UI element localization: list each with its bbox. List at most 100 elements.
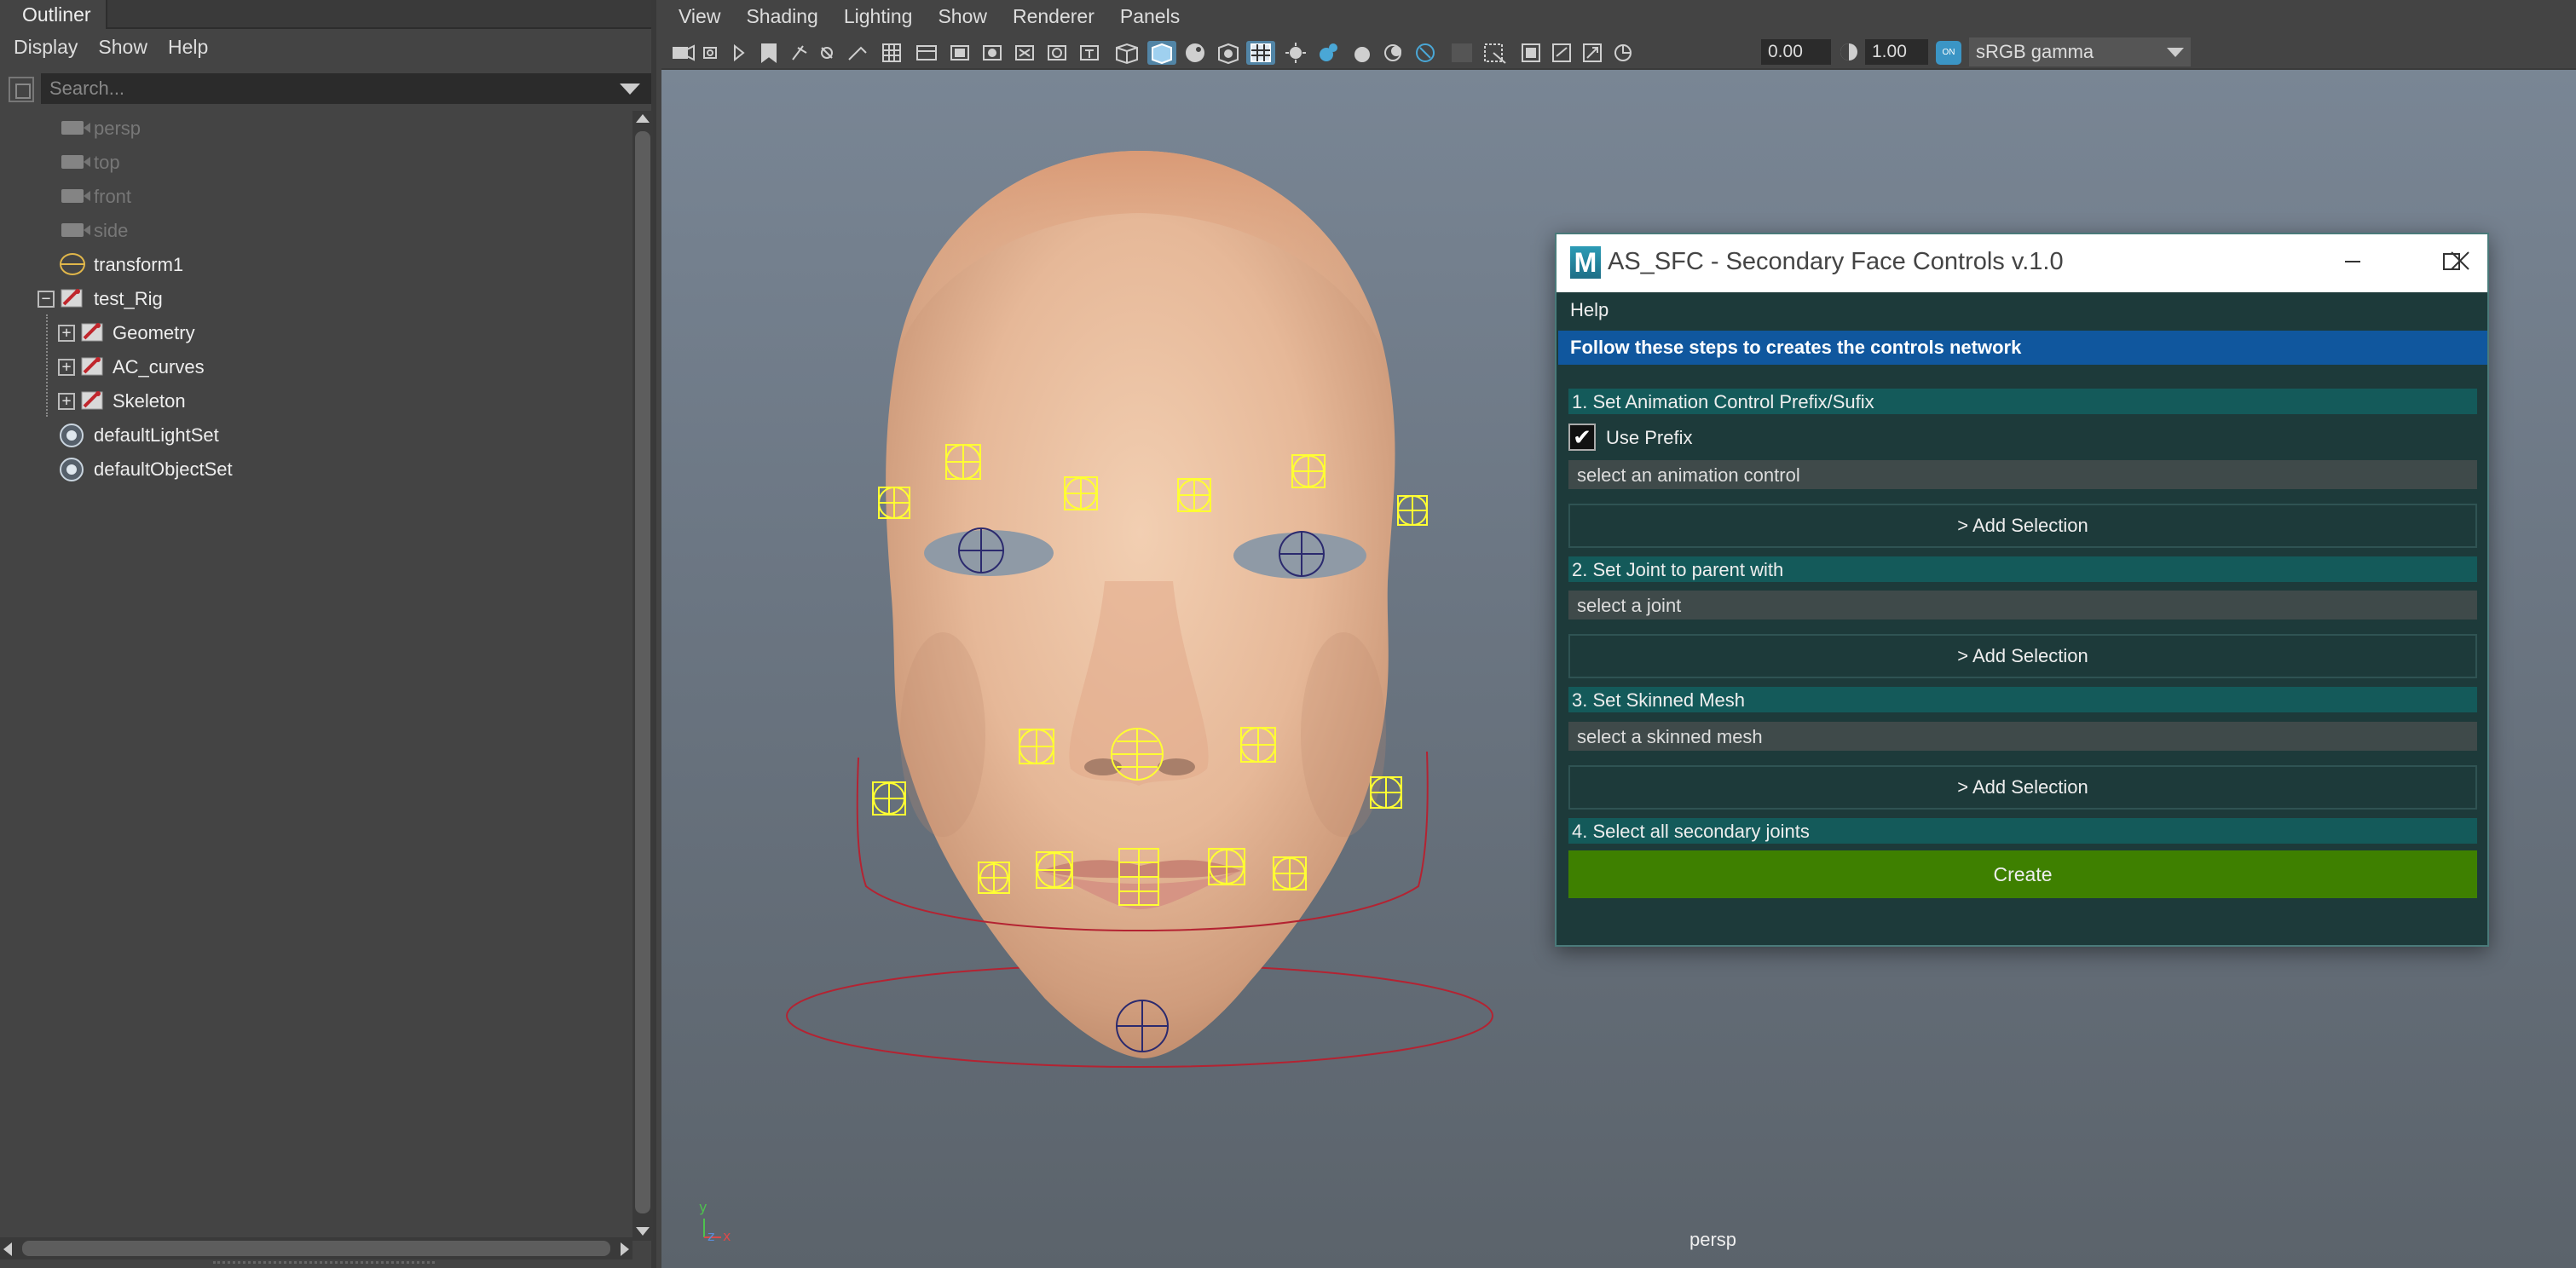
dialog-title: AS_SFC - Secondary Face Controls v.1.0 — [1608, 248, 2064, 275]
expand-icon[interactable]: + — [58, 359, 75, 376]
scrollbar-thumb[interactable] — [635, 131, 650, 1213]
add-selection-joint-button[interactable]: > Add Selection — [1568, 634, 2477, 678]
outliner-menu-show[interactable]: Show — [98, 31, 168, 65]
filter-icon[interactable] — [9, 77, 34, 102]
exposure-field[interactable]: 0.00 — [1761, 39, 1831, 65]
set-icon — [60, 424, 84, 447]
viewport-menu-panels[interactable]: Panels — [1120, 0, 1205, 34]
dialog-menubar: Help — [1557, 292, 2487, 330]
outliner-item-default-object-set[interactable]: defaultObjectSet — [0, 452, 631, 486]
step4-header[interactable]: 4. Select all secondary joints — [1568, 818, 2477, 844]
axis-x-label: x — [723, 1228, 731, 1242]
outliner-item-front[interactable]: front — [0, 179, 631, 213]
viewport-menubar: View Shading Lighting Show Renderer Pane… — [661, 0, 2576, 34]
face-mesh[interactable] — [886, 151, 1395, 1058]
joint-field[interactable]: select a joint — [1568, 591, 2477, 620]
scroll-down-icon[interactable] — [636, 1227, 650, 1236]
create-button[interactable]: Create — [1568, 850, 2477, 898]
outliner-item-label: transform1 — [94, 254, 184, 275]
camera-name-label: persp — [1689, 1229, 1737, 1250]
camera-icon — [61, 223, 90, 237]
outliner-item-label: side — [94, 220, 129, 241]
rig-group-icon — [81, 323, 103, 342]
outliner-item-label: Geometry — [113, 322, 195, 343]
dialog-titlebar[interactable]: M AS_SFC - Secondary Face Controls v.1.0 — [1557, 234, 2487, 292]
axis-z-label: z — [708, 1228, 714, 1242]
rig-group-icon — [81, 357, 103, 376]
viewport-toolbar: 0.00 1.00 ON sRGB gamma — [661, 34, 2576, 70]
viewport-menu-renderer[interactable]: Renderer — [1013, 0, 1120, 34]
outliner-item-persp[interactable]: persp — [0, 111, 631, 145]
outliner-item-ac-curves[interactable]: + AC_curves — [0, 349, 631, 383]
outliner-item-default-light-set[interactable]: defaultLightSet — [0, 418, 631, 452]
viewport-menu-show[interactable]: Show — [938, 0, 1013, 34]
color-management-toggle-icon[interactable]: ON — [1936, 41, 1961, 65]
camera-icon — [61, 155, 90, 169]
scroll-right-icon[interactable] — [621, 1242, 629, 1256]
outliner-item-transform1[interactable]: transform1 — [0, 247, 631, 281]
axis-y-label: y — [699, 1200, 707, 1215]
outliner-item-geometry[interactable]: + Geometry — [0, 315, 631, 349]
step2-header[interactable]: 2. Set Joint to parent with — [1568, 556, 2477, 582]
outliner-item-label: AC_curves — [113, 356, 205, 378]
step1-header[interactable]: 1. Set Animation Control Prefix/Sufix — [1568, 389, 2477, 414]
outliner-vertical-scrollbar[interactable] — [632, 111, 653, 1241]
maya-logo-icon: M — [1570, 246, 1601, 279]
outliner-horizontal-scrollbar[interactable] — [0, 1237, 632, 1259]
use-prefix-checkbox[interactable]: ✔ — [1568, 424, 1596, 451]
view-transform-value: sRGB gamma — [1976, 41, 2094, 62]
search-options-chevron-icon[interactable] — [620, 84, 640, 95]
skinned-mesh-field[interactable]: select a skinned mesh — [1568, 722, 2477, 751]
use-prefix-label: Use Prefix — [1606, 427, 1693, 448]
expand-icon[interactable]: + — [58, 325, 75, 342]
chevron-down-icon — [2167, 48, 2184, 57]
viewport-menu-view[interactable]: View — [679, 0, 746, 34]
step3-header[interactable]: 3. Set Skinned Mesh — [1568, 687, 2477, 712]
view-transform-select[interactable]: sRGB gamma — [1969, 37, 2191, 66]
outliner-menu-help[interactable]: Help — [168, 31, 228, 65]
outliner-item-label: top — [94, 152, 120, 173]
scroll-left-icon[interactable] — [3, 1242, 12, 1256]
outliner-item-skeleton[interactable]: + Skeleton — [0, 383, 631, 418]
outliner-menu-display[interactable]: Display — [14, 31, 98, 65]
outliner-item-label: front — [94, 186, 132, 207]
dialog-menu-help[interactable]: Help — [1570, 299, 1609, 321]
minimize-icon — [2345, 261, 2360, 262]
panel-resize-grip[interactable] — [213, 1261, 435, 1265]
scroll-up-icon[interactable] — [636, 114, 650, 123]
viewport-menu-lighting[interactable]: Lighting — [844, 0, 939, 34]
secondary-face-controls-dialog: M AS_SFC - Secondary Face Controls v.1.0… — [1555, 233, 2489, 947]
collapse-icon[interactable]: − — [38, 291, 55, 308]
outliner-search-input[interactable] — [41, 73, 651, 104]
outliner-search-row — [0, 72, 656, 106]
outliner-item-test-rig[interactable]: − test_Rig — [0, 281, 631, 315]
animation-control-field[interactable]: select an animation control — [1568, 460, 2477, 489]
outliner-tab[interactable]: Outliner — [0, 0, 107, 29]
set-icon — [60, 458, 84, 481]
close-button[interactable] — [2434, 245, 2486, 282]
gamma-icon[interactable] — [1838, 41, 1860, 63]
viewport-menu-shading[interactable]: Shading — [746, 0, 843, 34]
axis-gizmo-icon: y z x — [699, 1200, 731, 1242]
transform-curve-icon — [60, 253, 85, 275]
outliner-item-label: defaultObjectSet — [94, 458, 233, 480]
outliner-tree: persp top front side transform1 − test_R… — [0, 111, 631, 486]
outliner-item-label: defaultLightSet — [94, 424, 219, 446]
panel-toolbar-icons[interactable] — [670, 41, 1923, 65]
outliner-item-side[interactable]: side — [0, 213, 631, 247]
outliner-tabstrip — [107, 0, 651, 29]
add-selection-mesh-button[interactable]: > Add Selection — [1568, 765, 2477, 810]
outliner-item-label: test_Rig — [94, 288, 163, 309]
scrollbar-thumb[interactable] — [22, 1241, 610, 1256]
camera-icon — [61, 121, 90, 135]
instructions-banner: Follow these steps to creates the contro… — [1558, 331, 2487, 365]
expand-icon[interactable]: + — [58, 393, 75, 410]
gamma-field[interactable]: 1.00 — [1865, 39, 1928, 65]
outliner-item-label: Skeleton — [113, 390, 186, 412]
minimize-button[interactable] — [2327, 245, 2378, 282]
camera-icon — [61, 189, 90, 203]
add-selection-control-button[interactable]: > Add Selection — [1568, 504, 2477, 548]
rig-group-icon — [81, 391, 103, 410]
outliner-item-label: persp — [94, 118, 142, 139]
outliner-item-top[interactable]: top — [0, 145, 631, 179]
